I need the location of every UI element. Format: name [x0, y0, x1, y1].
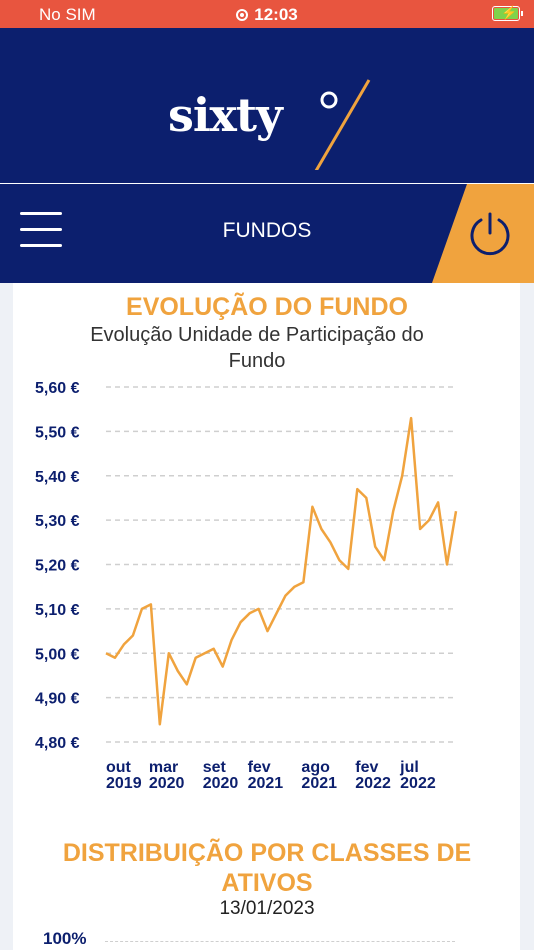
x-tick-label: fev — [248, 759, 271, 776]
evolution-chart-subtitle: Evolução Unidade de Participação do Fund… — [90, 324, 424, 372]
y-tick-label: 5,60 € — [35, 380, 80, 397]
x-tick-label: 2022 — [355, 775, 391, 792]
power-icon[interactable] — [466, 210, 514, 258]
evolution-line-chart: 5,60 € 5,50 € 5,40 € 5,30 € 5,20 € 5,10 € 5,00… — [35, 380, 458, 792]
brand-header: sixty — [0, 28, 534, 183]
distribution-y-tick: 100% — [43, 929, 87, 948]
x-tick-label: 2022 — [400, 775, 436, 792]
distribution-chart-date: 13/01/2023 — [219, 898, 315, 919]
y-tick-label: 5,50 € — [35, 424, 80, 441]
battery-charging-icon: ⚡ — [492, 5, 523, 21]
distribution-chart-title: DISTRIBUIÇÃO POR CLASSES DE ATIVOS — [62, 839, 472, 897]
x-tick-label: 2021 — [301, 775, 337, 792]
y-tick-label: 5,20 € — [35, 558, 80, 575]
y-tick-label: 4,80 € — [35, 735, 80, 752]
x-tick-label: 2020 — [149, 775, 185, 792]
logo-slash-mark — [314, 79, 371, 170]
nav-bar: FUNDOS — [0, 184, 534, 283]
status-clock: 12:03 — [0, 5, 534, 25]
y-tick-label: 5,10 € — [35, 602, 80, 619]
x-tick-label: mar — [149, 759, 178, 776]
x-tick-label: fev — [355, 759, 378, 776]
x-tick-label: out — [106, 759, 132, 776]
sixty-logo: sixty — [168, 70, 378, 170]
y-tick-label: 5,40 € — [35, 469, 80, 486]
status-time: 12:03 — [254, 5, 298, 24]
evolution-chart-title: EVOLUÇÃO DO FUNDO — [126, 293, 408, 321]
x-tick-label: jul — [399, 759, 419, 776]
x-tick-label: set — [203, 759, 227, 776]
x-tick-label: 2020 — [203, 775, 239, 792]
fund-series-line — [105, 416, 458, 726]
y-tick-label: 5,30 € — [35, 513, 80, 530]
x-tick-label: ago — [301, 759, 330, 776]
x-tick-label: 2019 — [106, 775, 142, 792]
status-bar: No SIM 12:03 ⚡ — [0, 0, 534, 28]
distribution-gridline — [105, 941, 455, 942]
y-tick-label: 4,90 € — [35, 691, 80, 708]
y-tick-label: 5,00 € — [35, 646, 80, 663]
x-tick-label: 2021 — [248, 775, 284, 792]
screen-recording-icon — [236, 9, 249, 21]
